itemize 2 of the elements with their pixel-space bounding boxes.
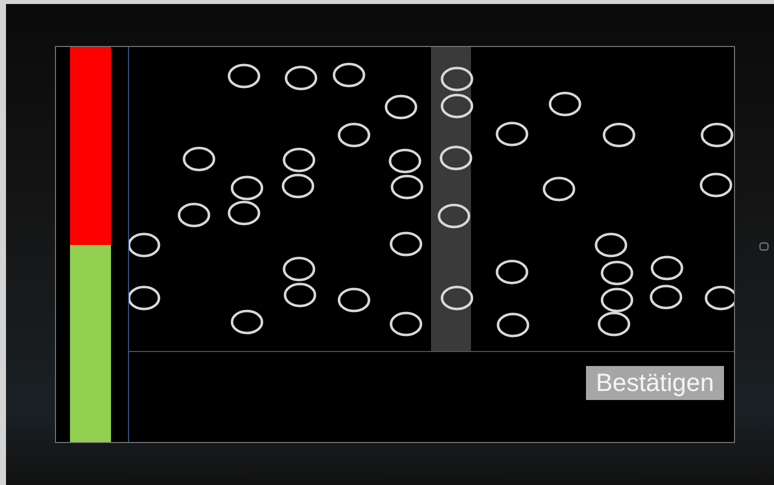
confirm-button[interactable]: Bestätigen bbox=[586, 366, 724, 400]
small-square-icon bbox=[759, 242, 769, 251]
